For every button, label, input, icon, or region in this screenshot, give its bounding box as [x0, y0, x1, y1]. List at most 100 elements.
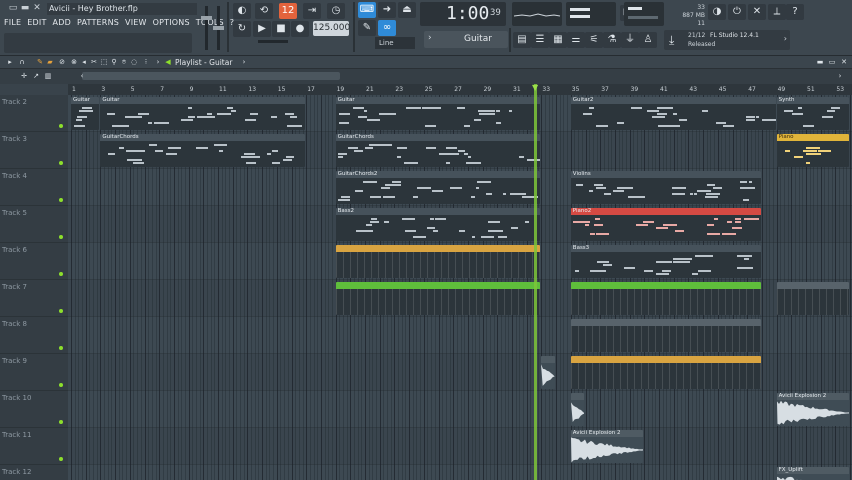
playlist-clip[interactable]: FX_Uplift [776, 467, 850, 480]
snap-selector[interactable]: Line [375, 37, 415, 49]
track-enable-led[interactable] [59, 124, 63, 128]
track-header[interactable]: Track 5 [0, 206, 68, 243]
tool-pencil-mini-icon[interactable]: ✛ [20, 72, 28, 80]
scroll-right-icon[interactable]: › [836, 72, 844, 80]
more-icon[interactable]: › [154, 58, 162, 66]
speaker-icon[interactable]: ◀ [164, 58, 172, 66]
main-volume-slider[interactable] [258, 40, 288, 43]
step-edit-icon[interactable]: ⇥ [303, 3, 321, 19]
track-header[interactable]: Track 3 [0, 132, 68, 169]
browser-window-icon[interactable]: ⚗ [603, 32, 621, 48]
slice-icon[interactable]: ✂ [90, 58, 98, 66]
pencil-icon[interactable]: ✎ [36, 58, 44, 66]
playlist-clip[interactable]: Avicii Explosion 2 [776, 393, 850, 426]
plugin-picker-icon[interactable]: ⏚ [621, 32, 639, 48]
track-header[interactable]: Track 6 [0, 243, 68, 280]
piano-roll-window-icon[interactable]: ☰ [531, 32, 549, 48]
track-enable-led[interactable] [59, 420, 63, 424]
record-button[interactable]: ● [291, 21, 309, 37]
playlist-clip[interactable] [776, 282, 850, 315]
playlist-clip[interactable] [570, 356, 761, 389]
power-icon[interactable]: ⏻ [728, 4, 746, 20]
playhead[interactable] [534, 84, 538, 480]
playlist-clip[interactable] [570, 393, 585, 426]
menu-add[interactable]: ADD [53, 17, 71, 29]
master-volume-knob[interactable] [201, 16, 212, 20]
master-volume-slider[interactable] [201, 6, 212, 50]
master-pitch-slider[interactable] [213, 6, 224, 50]
pattern-song-toggle-icon[interactable]: ◐ [233, 3, 251, 19]
playlist-clip[interactable]: Violins [570, 171, 761, 204]
snap-magnet-icon[interactable]: ∞ [378, 20, 396, 36]
song-mode-icon[interactable]: ↻ [233, 21, 251, 37]
playlist-clip[interactable]: Avicii Explosion 2 [570, 430, 644, 463]
menu-patterns[interactable]: PATTERNS [77, 17, 119, 29]
track-header[interactable]: Track 4 [0, 169, 68, 206]
playlist-options-icon[interactable]: ▸ [6, 58, 14, 66]
pattern-selector[interactable]: › Guitar [424, 31, 508, 48]
track-enable-led[interactable] [59, 161, 63, 165]
track-header[interactable]: Track 7 [0, 280, 68, 317]
scroll-left-icon[interactable]: ‹ [78, 72, 86, 80]
track-enable-led[interactable] [59, 346, 63, 350]
pencil-tool-icon[interactable]: ✎ [358, 20, 376, 36]
stop-button[interactable]: ■ [272, 21, 290, 37]
menu-options[interactable]: OPTIONS [153, 17, 190, 29]
playlist-clip[interactable]: Bass3 [570, 245, 761, 278]
menu-file[interactable]: FILE [4, 17, 21, 29]
playlist-clip[interactable]: GuitarChords2 [335, 171, 541, 204]
channel-settings-icon[interactable]: ⚟ [585, 32, 603, 48]
track-header[interactable]: Track 11 [0, 428, 68, 465]
playlist-clip[interactable]: Guitar2 [570, 97, 776, 130]
playlist-grid[interactable]: Guitar Guitar Guitar Guitar2 Synth GuitarChor… [68, 95, 852, 480]
news-next-icon[interactable]: › [784, 34, 787, 43]
master-pitch-knob[interactable] [213, 26, 224, 30]
presenter-icon[interactable]: ♙ [639, 32, 657, 48]
playback-icon[interactable]: ⌾ [120, 58, 128, 66]
playlist-clip[interactable] [335, 282, 541, 315]
playlist-clip[interactable] [541, 356, 556, 389]
track-header[interactable]: Track 2 [0, 95, 68, 132]
mute-icon[interactable]: ⊗ [70, 58, 78, 66]
play-button[interactable]: ▶ [253, 21, 271, 37]
track-header[interactable]: Track 10 [0, 391, 68, 428]
slip-icon[interactable]: ◂ [80, 58, 88, 66]
playlist-clip[interactable]: Bass2 [335, 208, 541, 241]
zoom-icon[interactable]: ⚲ [110, 58, 118, 66]
wait-for-input-icon[interactable]: ➜ [378, 2, 396, 18]
horizontal-scroll-thumb[interactable] [82, 72, 340, 80]
metronome-icon[interactable]: ◷ [327, 3, 345, 19]
playlist-clip[interactable]: Guitar [71, 97, 100, 130]
track-enable-led[interactable] [59, 198, 63, 202]
tempo-display[interactable]: 125.000 [313, 21, 350, 36]
playlist-clip[interactable]: GuitarChords [335, 134, 541, 167]
playlist-clip[interactable]: Guitar [100, 97, 306, 130]
select-icon[interactable]: ⬚ [100, 58, 108, 66]
track-enable-led[interactable] [59, 272, 63, 276]
loop-icon[interactable]: ◌ [130, 58, 138, 66]
track-enable-led[interactable] [59, 457, 63, 461]
mixer-window-icon[interactable]: ⚌ [567, 32, 585, 48]
cpu-panic-icon[interactable]: ◑ [708, 4, 726, 20]
playhead-marker-icon[interactable]: ▼ [530, 84, 540, 92]
track-enable-led[interactable] [59, 383, 63, 387]
track-enable-led[interactable] [59, 235, 63, 239]
news-panel[interactable]: ⤓ 21/12 FL Studio 12.4.1 Released › [664, 30, 790, 50]
track-enable-led[interactable] [59, 309, 63, 313]
playlist-clip[interactable]: GuitarChords [100, 134, 306, 167]
restore-window-icon[interactable]: ▭ [8, 3, 18, 13]
playlist-clip[interactable]: Synth [776, 97, 850, 130]
playlist-window-icon[interactable]: ▤ [513, 32, 531, 48]
mic-icon[interactable]: ✕ [748, 4, 766, 20]
timeline-ruler[interactable]: 1 3 5 7 9 11 13 15 17 19 21 23 25 27 29 31 33 35 37 39 41 43 4… [68, 84, 852, 95]
pattern-number-display[interactable]: 12 [279, 3, 297, 19]
track-header[interactable]: Track 12 [0, 465, 68, 480]
tool-clip-icon[interactable]: ▥ [44, 72, 52, 80]
menu-view[interactable]: VIEW [125, 17, 147, 29]
track-header[interactable]: Track 8 [0, 317, 68, 354]
brush-icon[interactable]: ▰ [46, 58, 54, 66]
playlist-clip[interactable]: Guitar [335, 97, 541, 130]
help-icon[interactable]: ? [786, 4, 804, 20]
playlist-clip[interactable]: Piano2 [570, 208, 761, 241]
tool-stretch-icon[interactable]: ↗ [32, 72, 40, 80]
